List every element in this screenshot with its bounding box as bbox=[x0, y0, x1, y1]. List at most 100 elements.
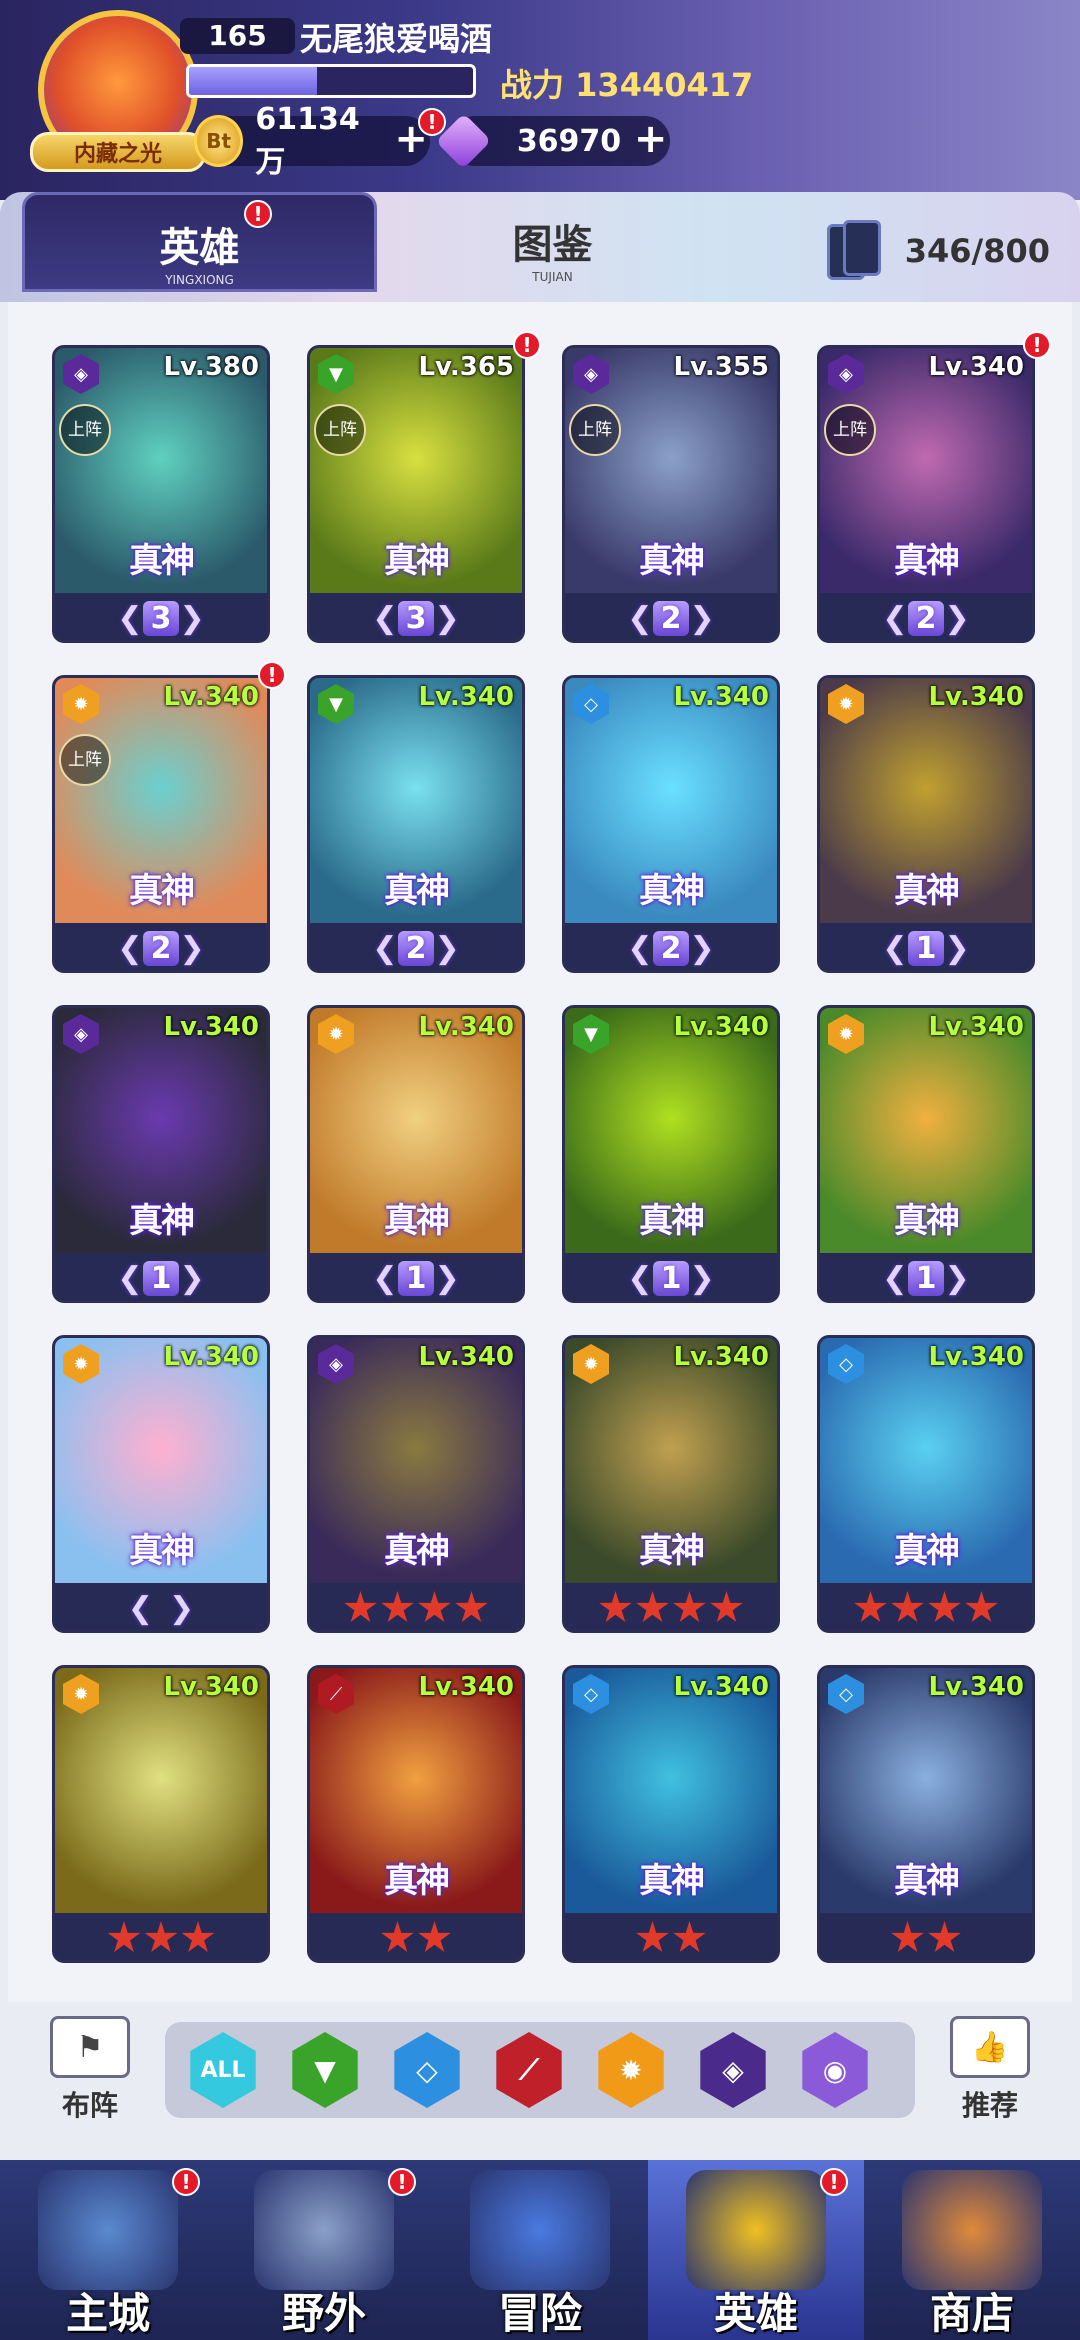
nav-4[interactable]: 商店 bbox=[864, 2160, 1080, 2340]
wings-emblem-icon: ❮ 3 ❯ bbox=[372, 600, 460, 636]
rank-label: 真神 bbox=[639, 541, 705, 581]
hero-card[interactable]: ✹ Lv.340 真神 ❮ ❯ bbox=[52, 1335, 270, 1633]
filter-void-icon[interactable]: ◉ bbox=[802, 2032, 868, 2108]
rank-label: 真神 bbox=[639, 1531, 705, 1571]
hero-card[interactable]: ◈ Lv.355 上阵 真神 ❮ 2 ❯ bbox=[562, 345, 780, 643]
star-icon bbox=[891, 1921, 924, 1952]
on-field-badge: 上阵 bbox=[569, 404, 621, 456]
rank-label: 真神 bbox=[384, 541, 450, 581]
hero-card[interactable]: ◇ Lv.340 真神 bbox=[817, 1665, 1035, 1963]
hero-card[interactable]: ▼ Lv.340 真神 ❮ 1 ❯ bbox=[562, 1005, 780, 1303]
hero-card[interactable]: ▼ Lv.365 上阵 真神 ❮ 3 ❯ bbox=[307, 345, 525, 643]
player-header: 内藏之光 165 无尾狼爱喝酒 战力 13440417 Bt 61134万 + … bbox=[0, 0, 1080, 200]
tab-heroes[interactable]: 英雄 YINGXIONG bbox=[22, 192, 377, 292]
hero-card[interactable]: ▼ Lv.340 真神 ❮ 2 ❯ bbox=[307, 675, 525, 973]
hero-card[interactable]: ◈ Lv.340 真神 ❮ 1 ❯ bbox=[52, 1005, 270, 1303]
rank-label: 真神 bbox=[639, 1861, 705, 1901]
hero-card[interactable]: ✹ Lv.340 真神 ❮ 1 ❯ bbox=[307, 1005, 525, 1303]
hero-tier bbox=[310, 1913, 522, 1960]
coin-counter: Bt 61134万 + bbox=[194, 102, 430, 180]
nav-label: 商店 bbox=[929, 2289, 1014, 2338]
filter-nature-icon[interactable]: ▼ bbox=[292, 2032, 358, 2108]
hero-level: Lv.380 bbox=[163, 352, 259, 382]
combat-power: 战力 13440417 bbox=[500, 60, 753, 106]
hero-tier bbox=[820, 1583, 1032, 1630]
hero-card[interactable]: ⟋ Lv.340 真神 bbox=[307, 1665, 525, 1963]
hero-level: Lv.340 bbox=[418, 1342, 514, 1372]
hero-card[interactable]: ✹ Lv.340 真神 bbox=[562, 1335, 780, 1633]
nav-label: 野外 bbox=[281, 2289, 366, 2338]
star-icon bbox=[710, 1591, 743, 1622]
tab-codex[interactable]: 图鉴 TUJIAN bbox=[375, 192, 730, 292]
wings-emblem-icon: ❮ 2 ❯ bbox=[882, 600, 970, 636]
hero-alert-badge: ! bbox=[258, 661, 286, 689]
castle-icon bbox=[38, 2170, 178, 2290]
wings-emblem-icon: ❮ 3 ❯ bbox=[117, 600, 205, 636]
hero-card[interactable]: ◇ Lv.340 真神 bbox=[817, 1335, 1035, 1633]
hero-card[interactable]: ◈ Lv.380 上阵 真神 ❮ 3 ❯ bbox=[52, 345, 270, 643]
nav-alert-badge: ! bbox=[820, 2168, 848, 2196]
tier-number: 1 bbox=[142, 1260, 180, 1296]
wings-emblem-icon: ❮ ❯ bbox=[127, 1590, 195, 1626]
avatar-title-banner: 内藏之光 bbox=[30, 132, 206, 172]
recommend-button[interactable]: 👍 推荐 bbox=[945, 2016, 1035, 2122]
card-count: 346/800 bbox=[904, 232, 1050, 270]
hero-card[interactable]: ✹ Lv.340 真神 ❮ 1 ❯ bbox=[817, 675, 1035, 973]
star-rating bbox=[599, 1591, 744, 1625]
hero-level: Lv.340 bbox=[928, 682, 1024, 712]
hero-card[interactable]: ✹ Lv.340 上阵 真神 ❮ 2 ❯ bbox=[52, 675, 270, 973]
hero-card[interactable]: ◈ Lv.340 上阵 真神 ❮ 2 ❯ bbox=[817, 345, 1035, 643]
on-field-badge: 上阵 bbox=[314, 404, 366, 456]
filter-all-button[interactable]: ALL bbox=[190, 2032, 256, 2108]
hero-tier: ❮ 1 ❯ bbox=[55, 1253, 267, 1300]
wings-emblem-icon: ❮ 1 ❯ bbox=[627, 1260, 715, 1296]
rank-label: 真神 bbox=[894, 1531, 960, 1571]
hero-level: Lv.340 bbox=[673, 1012, 769, 1042]
hero-card[interactable]: ✹ Lv.340 真神 ❮ 1 ❯ bbox=[817, 1005, 1035, 1303]
tab-heroes-sub: YINGXIONG bbox=[165, 273, 234, 287]
shop-icon bbox=[902, 2170, 1042, 2290]
tier-number: 2 bbox=[142, 930, 180, 966]
hero-card[interactable]: ◈ Lv.340 真神 bbox=[307, 1335, 525, 1633]
hero-level: Lv.340 bbox=[673, 682, 769, 712]
rank-label: 真神 bbox=[129, 871, 195, 911]
nav-2[interactable]: 冒险 bbox=[432, 2160, 648, 2340]
star-icon bbox=[854, 1591, 887, 1622]
star-rating bbox=[107, 1921, 215, 1955]
filter-dark-icon[interactable]: ◈ bbox=[700, 2032, 766, 2108]
hero-level: Lv.340 bbox=[673, 1342, 769, 1372]
star-icon bbox=[144, 1921, 178, 1952]
filter-fire-icon[interactable]: ⟋ bbox=[496, 2032, 562, 2108]
hero-helmet-icon bbox=[686, 2170, 826, 2290]
tier-number: 3 bbox=[142, 600, 180, 636]
hero-level: Lv.340 bbox=[163, 1342, 259, 1372]
lineup-button[interactable]: ⚑ 布阵 bbox=[45, 2016, 135, 2122]
rank-label: 真神 bbox=[384, 1201, 450, 1241]
hero-tier: ❮ 1 ❯ bbox=[820, 1253, 1032, 1300]
filter-water-icon[interactable]: ◇ bbox=[394, 2032, 460, 2108]
hero-alert-badge: ! bbox=[1023, 331, 1051, 359]
nav-alert-badge: ! bbox=[172, 2168, 200, 2196]
tab-codex-label: 图鉴 bbox=[512, 222, 593, 268]
hero-card[interactable]: ✹ Lv.340 bbox=[52, 1665, 270, 1963]
tier-number: 1 bbox=[652, 1260, 690, 1296]
nav-label: 主城 bbox=[65, 2289, 150, 2338]
hero-card[interactable]: ◇ Lv.340 真神 ❮ 2 ❯ bbox=[562, 675, 780, 973]
star-icon bbox=[928, 1921, 961, 1952]
xp-bar bbox=[186, 64, 476, 98]
player-name: 无尾狼爱喝酒 bbox=[300, 20, 493, 58]
star-icon bbox=[636, 1921, 669, 1952]
wings-emblem-icon: ❮ 2 ❯ bbox=[117, 930, 205, 966]
rank-label: 真神 bbox=[639, 871, 705, 911]
add-gem-button[interactable]: + bbox=[631, 119, 670, 161]
player-level: 165 bbox=[180, 18, 295, 54]
star-rating bbox=[891, 1921, 962, 1955]
hero-card[interactable]: ◇ Lv.340 真神 bbox=[562, 1665, 780, 1963]
hero-tier: ❮ 2 ❯ bbox=[820, 593, 1032, 640]
nav-label: 英雄 bbox=[713, 2289, 798, 2338]
star-icon bbox=[636, 1591, 669, 1622]
gem-amount: 36970 bbox=[516, 123, 622, 159]
rank-label: 真神 bbox=[129, 1531, 195, 1571]
filter-light-icon[interactable]: ✹ bbox=[598, 2032, 664, 2108]
star-icon bbox=[599, 1591, 632, 1622]
